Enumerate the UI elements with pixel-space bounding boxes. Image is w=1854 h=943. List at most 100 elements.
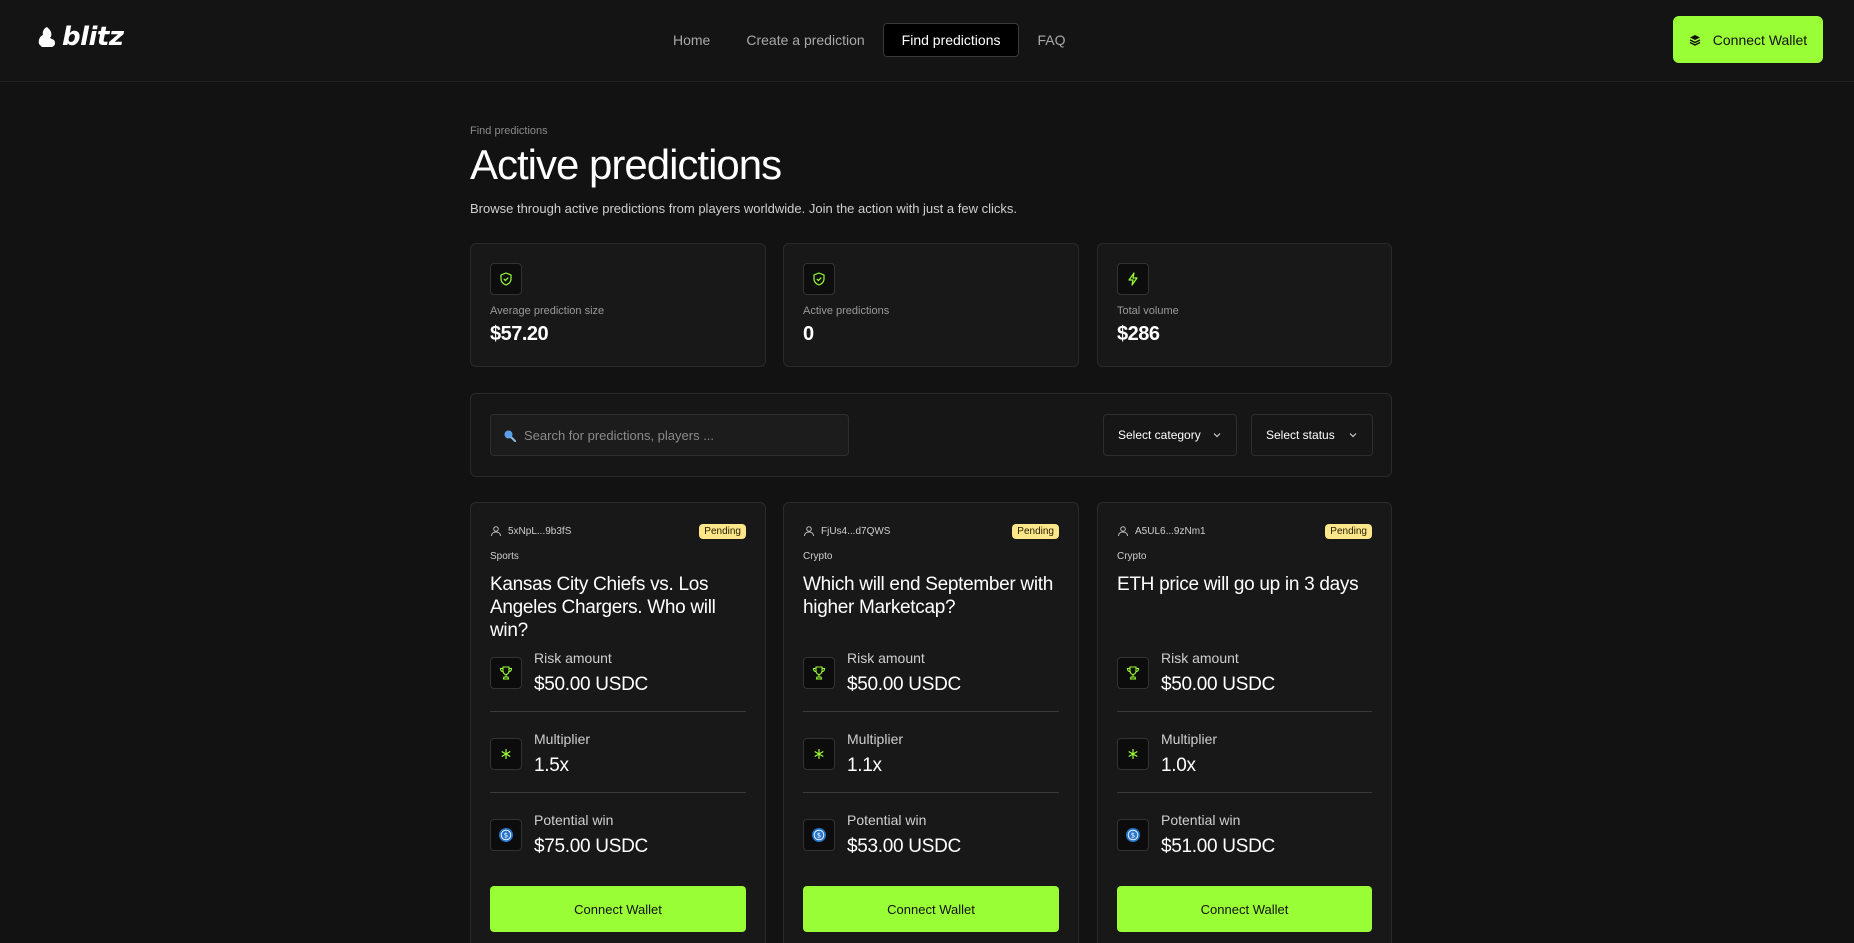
divider: [1117, 792, 1372, 793]
card-title: Kansas City Chiefs vs. Los Angeles Charg…: [490, 574, 716, 641]
usdc-coin-icon: $: [499, 828, 513, 842]
multiplier-label: Multiplier: [847, 731, 904, 747]
svg-text:$: $: [1131, 832, 1135, 840]
potential-win-value: $51.00 USDC: [1161, 836, 1275, 857]
metric-icon-box: $: [1117, 819, 1149, 851]
multiplier-value: 1.5x: [534, 755, 569, 776]
metric-icon-box: [1117, 738, 1149, 770]
stat-value: $57.20: [490, 323, 549, 345]
asterisk-icon: [501, 749, 511, 759]
player-address: A5UL6...9zNm1: [1135, 525, 1206, 537]
divider: [1117, 711, 1372, 712]
risk-amount-row: Risk amount $50.00 USDC: [803, 639, 1059, 707]
risk-amount-value: $50.00 USDC: [847, 674, 961, 695]
risk-amount-row: Risk amount $50.00 USDC: [1117, 639, 1372, 707]
multiplier-row: Multiplier 1.5x: [490, 720, 746, 788]
divider: [803, 711, 1059, 712]
main-content: Find predictions Active predictions Brow…: [470, 125, 1392, 943]
card-connect-wallet-button[interactable]: Connect Wallet: [490, 886, 746, 932]
search-input[interactable]: [524, 427, 824, 443]
svg-text:$: $: [817, 832, 821, 840]
nav-find-predictions[interactable]: Find predictions: [882, 23, 1020, 57]
stat-card-total-volume: Total volume $286: [1097, 243, 1392, 367]
chevron-down-icon: [1213, 433, 1221, 438]
potential-win-row: $ Potential win $53.00 USDC: [803, 801, 1059, 869]
risk-amount-value: $50.00 USDC: [534, 674, 648, 695]
page-subtitle: Browse through active predictions from p…: [470, 201, 1017, 216]
status-badge: Pending: [1325, 523, 1372, 539]
prediction-card: 5xNpL...9b3fS Pending Sports Kansas City…: [470, 502, 766, 943]
status-badge: Pending: [699, 523, 746, 539]
player-info: FjUs4...d7QWS: [803, 525, 890, 537]
player-address: 5xNpL...9b3fS: [508, 525, 572, 537]
divider: [803, 792, 1059, 793]
shield-check-icon: [813, 272, 825, 286]
usdc-coin-icon: $: [1126, 828, 1140, 842]
divider: [490, 711, 746, 712]
top-navbar: blitz Home Create a prediction Find pred…: [0, 0, 1854, 82]
stat-card-active-predictions: Active predictions 0: [783, 243, 1079, 367]
layers-icon: [1689, 34, 1701, 46]
card-category: Sports: [490, 551, 519, 562]
rabbit-logo-icon: [38, 27, 56, 47]
potential-win-row: $ Potential win $75.00 USDC: [490, 801, 746, 869]
nav-faq[interactable]: FAQ: [1019, 23, 1083, 57]
stat-label: Total volume: [1117, 305, 1179, 317]
svg-text:$: $: [504, 832, 508, 840]
search-icon: [504, 430, 516, 442]
select-status-dropdown[interactable]: Select status: [1251, 414, 1373, 456]
multiplier-row: Multiplier 1.0x: [1117, 720, 1372, 788]
main-nav: Home Create a prediction Find prediction…: [655, 23, 1084, 57]
asterisk-icon: [1128, 749, 1138, 759]
potential-win-label: Potential win: [1161, 812, 1241, 828]
metric-icon-box: [490, 657, 522, 689]
stat-label: Average prediction size: [490, 305, 605, 317]
card-category: Crypto: [803, 551, 833, 562]
potential-win-label: Potential win: [534, 812, 614, 828]
multiplier-label: Multiplier: [1161, 731, 1218, 747]
card-header: 5xNpL...9b3fS Pending: [490, 522, 746, 540]
potential-win-value: $53.00 USDC: [847, 836, 961, 857]
user-icon: [804, 526, 814, 537]
card-connect-wallet-button[interactable]: Connect Wallet: [803, 886, 1059, 932]
multiplier-value: 1.0x: [1161, 755, 1196, 776]
risk-amount-row: Risk amount $50.00 USDC: [490, 639, 746, 707]
multiplier-value: 1.1x: [847, 755, 882, 776]
search-box[interactable]: [490, 414, 849, 456]
trophy-icon: [1126, 666, 1140, 680]
stat-icon-box: [1117, 263, 1149, 295]
metric-icon-box: [803, 657, 835, 689]
card-category: Crypto: [1117, 551, 1147, 562]
nav-create-prediction[interactable]: Create a prediction: [728, 23, 882, 57]
metric-icon-box: [490, 738, 522, 770]
metric-icon-box: [803, 738, 835, 770]
stat-card-average-size: Average prediction size $57.20: [470, 243, 766, 367]
connect-wallet-button[interactable]: Connect Wallet: [1673, 16, 1823, 63]
chevron-down-icon: [1349, 433, 1357, 438]
user-icon: [491, 526, 501, 537]
potential-win-row: $ Potential win $51.00 USDC: [1117, 801, 1372, 869]
select-status-label: Select status: [1266, 428, 1335, 442]
shield-check-icon: [500, 272, 512, 286]
divider: [490, 792, 746, 793]
select-category-dropdown[interactable]: Select category: [1103, 414, 1237, 456]
lightning-icon: [1128, 272, 1138, 286]
multiplier-label: Multiplier: [534, 731, 591, 747]
card-title: Which will end September with higher Mar…: [803, 574, 1054, 618]
player-info: A5UL6...9zNm1: [1117, 525, 1206, 537]
nav-home[interactable]: Home: [655, 23, 728, 57]
usdc-coin-icon: $: [812, 828, 826, 842]
stat-value: 0: [803, 323, 814, 345]
player-address: FjUs4...d7QWS: [821, 525, 891, 537]
card-title: ETH price will go up in 3 days: [1117, 574, 1359, 595]
card-connect-wallet-button[interactable]: Connect Wallet: [1117, 886, 1372, 932]
blitz-logo[interactable]: blitz: [38, 22, 124, 52]
breadcrumb: Find predictions: [470, 125, 548, 137]
potential-win-label: Potential win: [847, 812, 927, 828]
logo-text: blitz: [62, 22, 124, 52]
user-icon: [1118, 526, 1128, 537]
prediction-card: FjUs4...d7QWS Pending Crypto Which will …: [783, 502, 1079, 943]
player-info: 5xNpL...9b3fS: [490, 525, 571, 537]
metric-icon-box: [1117, 657, 1149, 689]
potential-win-value: $75.00 USDC: [534, 836, 648, 857]
